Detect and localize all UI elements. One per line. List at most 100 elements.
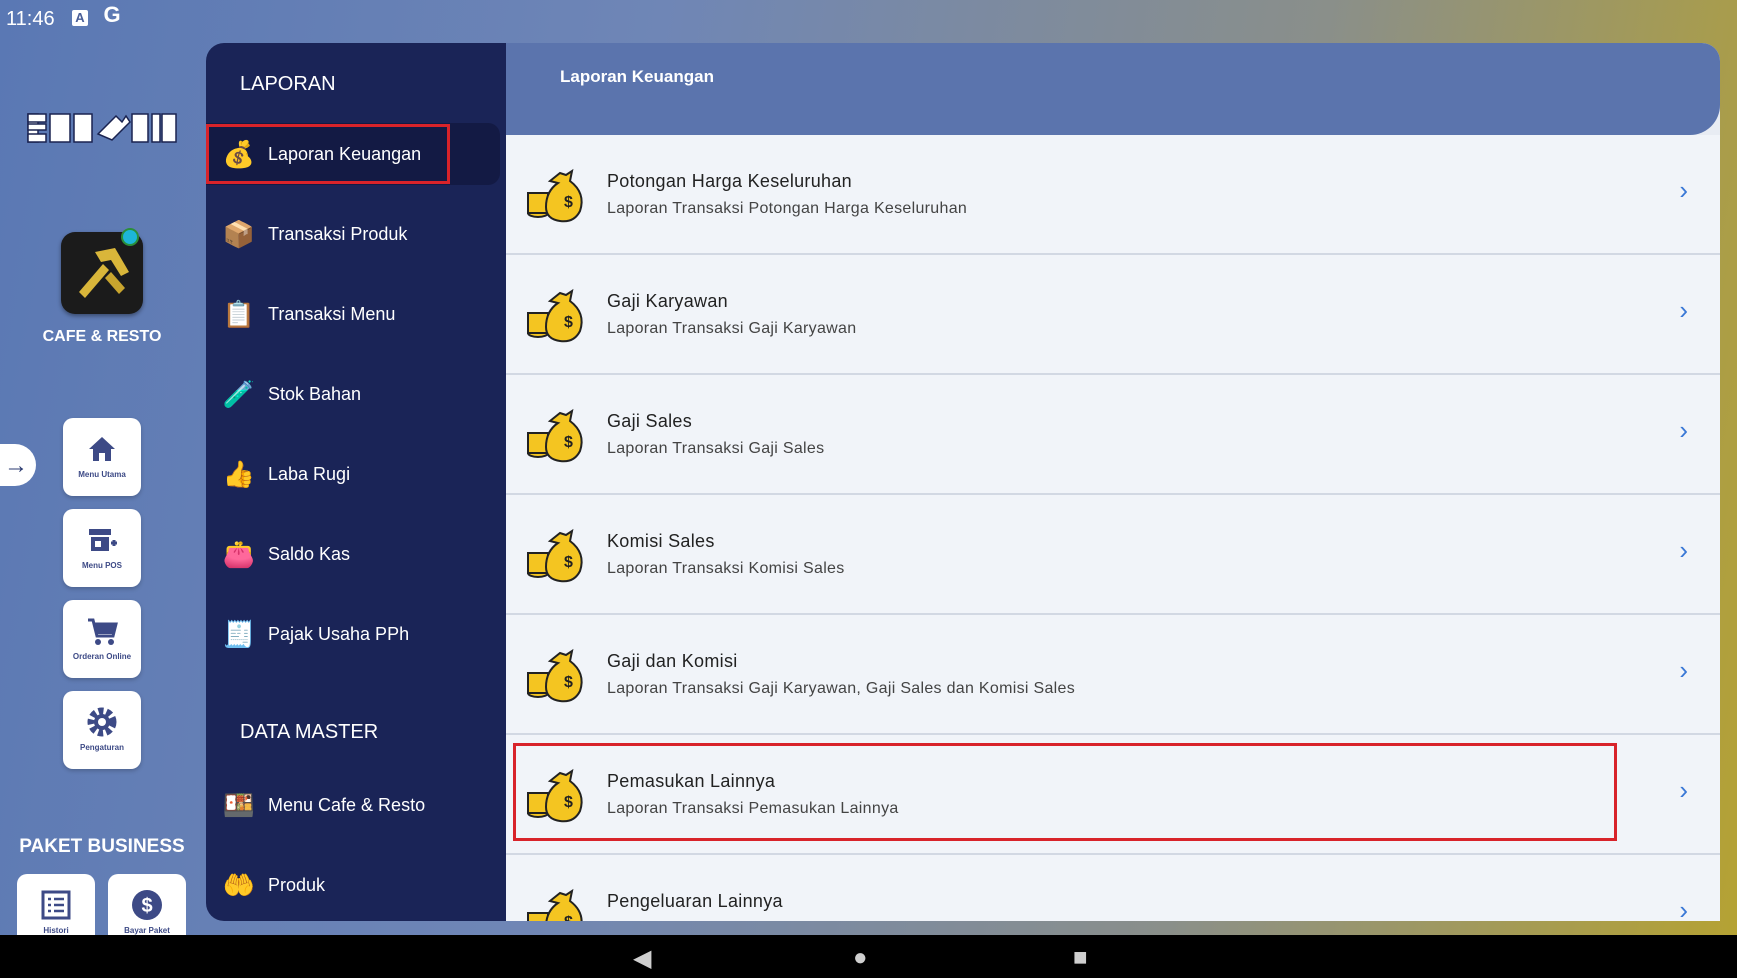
left-rail: CAFE & RESTO → Menu Utama Menu POS Order… [0, 36, 206, 952]
list-item-pengeluaran-lainnya[interactable]: $ Pengeluaran Lainnya › [506, 855, 1720, 921]
status-time: 11:46 [6, 8, 55, 30]
svg-text:$: $ [564, 434, 573, 451]
row-title: Gaji Sales [607, 411, 693, 431]
money-bag-icon: $ [527, 648, 583, 703]
chevron-right-icon: › [1679, 775, 1688, 805]
status-bar: 11:46 A G [0, 0, 1737, 36]
sidebar-item-label: Menu Cafe & Resto [268, 795, 426, 815]
pengaturan-label: Pengaturan [79, 743, 124, 752]
row-subtitle: Laporan Transaksi Gaji Karyawan [607, 320, 857, 337]
sidebar-item-label: Laporan Keuangan [268, 144, 422, 164]
money-bag-icon: $ [527, 168, 583, 223]
row-title: Pengeluaran Lainnya [607, 891, 783, 911]
chevron-right-icon: › [1679, 175, 1688, 205]
page-title: Laporan Keuangan [560, 67, 714, 86]
hammer-icon [79, 248, 129, 298]
sidebar-item-laba-rugi[interactable]: 👍 Laba Rugi [206, 443, 500, 505]
money-bag-icon: $ [527, 288, 583, 343]
sidebar: LAPORAN 💰 Laporan Keuangan 📦 Transaksi P… [206, 43, 506, 921]
svg-text:$: $ [564, 314, 573, 331]
row-subtitle: Laporan Transaksi Gaji Karyawan, Gaji Sa… [607, 680, 1075, 697]
list-item-gaji-sales[interactable]: $ Gaji Sales Laporan Transaksi Gaji Sale… [506, 375, 1720, 495]
row-subtitle: Laporan Transaksi Gaji Sales [607, 440, 825, 457]
svg-text:$: $ [564, 674, 573, 691]
sidebar-item-produk[interactable]: 🤲 Produk [206, 854, 500, 916]
chevron-right-icon: › [1679, 535, 1688, 565]
list-item-komisi-sales[interactable]: $ Komisi Sales Laporan Transaksi Komisi … [506, 495, 1720, 615]
recents-icon[interactable]: ■ [1073, 944, 1088, 972]
sidebar-item-saldo-kas[interactable]: 👛 Saldo Kas [206, 523, 500, 585]
accessibility-icon: A [72, 10, 88, 26]
row-title: Potongan Harga Keseluruhan [607, 171, 852, 191]
sidebar-item-label: Produk [268, 875, 326, 895]
sidebar-item-label: Laba Rugi [268, 464, 351, 484]
home-icon [63, 432, 141, 466]
chevron-right-icon: › [1679, 895, 1688, 921]
notification-dot [121, 228, 139, 246]
money-bag-icon: $ [527, 528, 583, 583]
svg-text:$: $ [564, 554, 573, 571]
section-data-master: DATA MASTER [240, 721, 379, 743]
orderan-online-button[interactable]: Orderan Online [63, 600, 141, 678]
sidebar-item-label: Transaksi Produk [268, 224, 408, 244]
sidebar-item-label: Saldo Kas [268, 544, 351, 564]
menu-utama-button[interactable]: Menu Utama [63, 418, 141, 496]
svg-text:$: $ [141, 895, 152, 917]
paket-label: PAKET BUSINESS [19, 836, 185, 857]
menu-pos-button[interactable]: Menu POS [63, 509, 141, 587]
dollar-icon: $ [108, 888, 186, 922]
list-icon [17, 888, 95, 922]
back-icon[interactable]: ◀ [633, 944, 651, 973]
list-item-potongan-harga[interactable]: $ Potongan Harga Keseluruhan Laporan Tra… [506, 135, 1720, 255]
sidebar-item-transaksi-menu[interactable]: 📋 Transaksi Menu [206, 283, 500, 345]
pengaturan-button[interactable]: Pengaturan [63, 691, 141, 769]
app-label: CAFE & RESTO [42, 328, 162, 345]
thumbs-up-icon: 👍 [222, 459, 256, 489]
section-laporan: LAPORAN [240, 73, 336, 95]
list-item-pemasukan-lainnya[interactable]: $ Pemasukan Lainnya Laporan Transaksi Pe… [506, 735, 1720, 855]
money-bag-icon: $ [527, 408, 583, 463]
list-item-gaji-dan-komisi[interactable]: $ Gaji dan Komisi Laporan Transaksi Gaji… [506, 615, 1720, 735]
sidebar-item-stok-bahan[interactable]: 🧪 Stok Bahan [206, 363, 500, 425]
hands-box-icon: 🤲 [222, 870, 256, 900]
main-header: Laporan Keuangan [506, 43, 1720, 135]
row-title: Gaji dan Komisi [607, 651, 738, 671]
sidebar-item-transaksi-produk[interactable]: 📦 Transaksi Produk [206, 203, 500, 265]
stock-icon: 🧪 [222, 379, 256, 409]
brand-logo-icon [27, 113, 177, 143]
box-icon: 📦 [222, 219, 256, 249]
gear-icon [63, 705, 141, 739]
google-icon: G [103, 2, 121, 27]
orderan-online-label: Orderan Online [72, 652, 132, 661]
list-item-gaji-karyawan[interactable]: $ Gaji Karyawan Laporan Transaksi Gaji K… [506, 255, 1720, 375]
row-subtitle: Laporan Transaksi Potongan Harga Keselur… [607, 200, 968, 217]
brand-logo [26, 104, 178, 152]
money-bag-icon: $ [527, 888, 583, 921]
sidebar-item-menu-cafe-resto[interactable]: 🍱 Menu Cafe & Resto [206, 774, 500, 836]
sidebar-item-pajak-usaha-pph[interactable]: 🧾 Pajak Usaha PPh [206, 603, 500, 665]
sidebar-item-label: Pajak Usaha PPh [268, 624, 410, 644]
expand-rail-button[interactable]: → [0, 444, 36, 486]
row-title: Komisi Sales [607, 531, 715, 551]
row-subtitle: Laporan Transaksi Komisi Sales [607, 560, 845, 577]
chevron-right-icon: › [1679, 415, 1688, 445]
sidebar-item-laporan-keuangan[interactable]: 💰 Laporan Keuangan [206, 123, 500, 185]
bayar-paket-label: Bayar Paket [124, 926, 170, 935]
row-title: Pemasukan Lainnya [607, 771, 776, 791]
row-title: Gaji Karyawan [607, 291, 728, 311]
svg-text:$: $ [564, 794, 573, 811]
home-circle-icon[interactable]: ● [853, 944, 868, 972]
histori-label: Histori [43, 926, 69, 935]
store-add-icon [63, 523, 141, 557]
app-icon[interactable] [61, 228, 143, 314]
food-bag-icon: 🍱 [222, 790, 256, 820]
system-nav-bar: ◀ ● ■ [0, 935, 1737, 978]
main-content: Laporan Keuangan $ Potongan Harga Keselu… [506, 43, 1720, 921]
svg-text:$: $ [564, 914, 573, 921]
menu-icon: 📋 [222, 299, 256, 329]
svg-text:$: $ [564, 194, 573, 211]
row-subtitle: Laporan Transaksi Pemasukan Lainnya [607, 800, 899, 817]
wallet-icon: 👛 [222, 539, 256, 569]
cart-icon [63, 614, 141, 648]
sidebar-item-label: Stok Bahan [268, 384, 362, 404]
